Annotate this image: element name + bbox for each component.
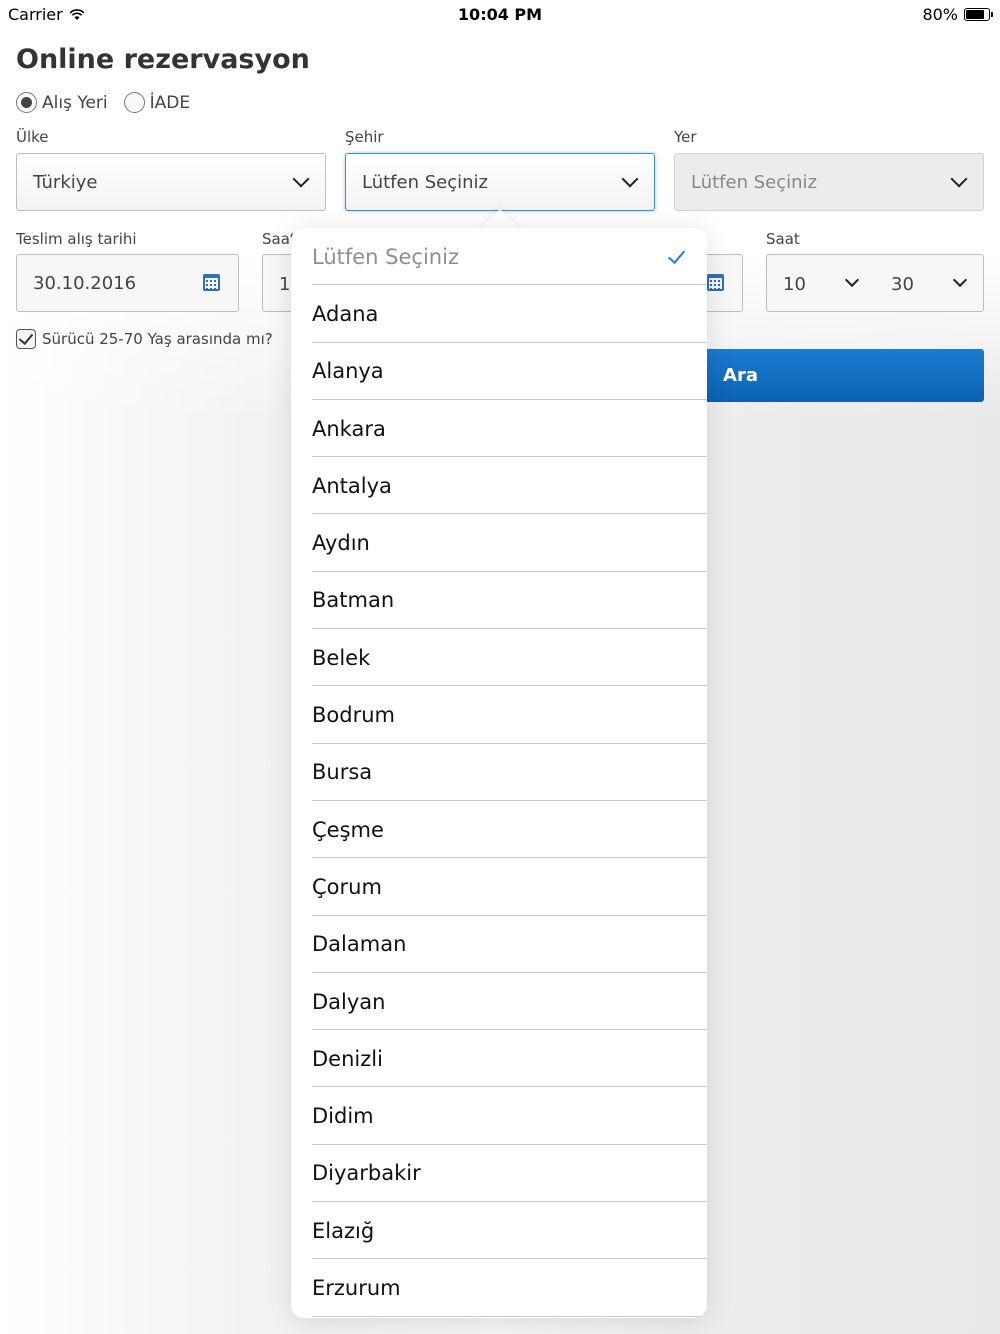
city-option-label: Didim xyxy=(312,1104,374,1129)
pickup-hour-value: 1 xyxy=(279,273,291,295)
city-option[interactable]: Erzurum xyxy=(291,1259,707,1317)
city-option[interactable]: Dalyan xyxy=(291,973,707,1031)
chevron-down-icon xyxy=(621,170,639,188)
chevron-down-icon xyxy=(950,170,968,188)
radio-return-circle[interactable] xyxy=(123,92,145,113)
pickup-date-field[interactable]: 30.10.2016 xyxy=(16,254,239,312)
checkmark-icon xyxy=(667,245,686,264)
city-option[interactable]: Ankara xyxy=(291,400,707,458)
city-value: Lütfen Seçiniz xyxy=(362,171,488,193)
city-option-label: Çeşme xyxy=(312,817,384,842)
city-option[interactable]: Batman xyxy=(291,572,707,630)
city-option-list: Lütfen Seçiniz Adana Alanya Ankara Antalya Ay… xyxy=(291,228,707,1317)
place-select[interactable]: Lütfen Seçiniz xyxy=(674,153,984,211)
calendar-icon[interactable] xyxy=(707,274,724,291)
city-option-label: Dalyan xyxy=(312,989,386,1014)
city-option[interactable]: Antalya xyxy=(291,457,707,515)
city-option[interactable]: Dalaman xyxy=(291,916,707,974)
battery-percent: 80% xyxy=(922,5,958,24)
return-hour-value[interactable]: 10 xyxy=(783,255,806,313)
place-label: Yer xyxy=(674,128,697,146)
city-option[interactable]: Çeşme xyxy=(291,801,707,859)
chevron-down-icon xyxy=(292,170,310,188)
radio-return-label: İADE xyxy=(149,92,191,113)
city-option-label: Bursa xyxy=(312,760,373,785)
battery-group: 80% xyxy=(922,5,993,24)
country-label: Ülke xyxy=(16,128,49,146)
status-bar: Carrier 10:04 PM 80% xyxy=(0,0,1000,28)
radio-return[interactable]: İADE xyxy=(123,92,191,113)
city-option-label: Antalya xyxy=(312,473,392,498)
chevron-down-icon xyxy=(952,272,968,288)
city-option[interactable]: Aydın xyxy=(291,514,707,573)
city-option-label: Erzurum xyxy=(312,1275,401,1300)
driver-age-label: Sürücü 25-70 Yaş arasında mı? xyxy=(42,330,273,348)
city-option-label: Çorum xyxy=(312,874,382,899)
city-option[interactable]: Çorum xyxy=(291,858,707,916)
city-option[interactable]: Didim xyxy=(291,1087,707,1146)
city-option-label: Ankara xyxy=(312,416,386,441)
city-label: Şehir xyxy=(345,128,384,146)
location-type-radios: Alış Yeri İADE xyxy=(16,92,206,113)
chevron-down-icon xyxy=(844,272,860,288)
city-option[interactable]: Diyarbakir xyxy=(291,1145,707,1203)
city-option-label: Belek xyxy=(312,645,371,670)
calendar-icon[interactable] xyxy=(203,274,220,291)
radio-pickup-label: Alış Yeri xyxy=(42,92,108,113)
place-value: Lütfen Seçiniz xyxy=(691,171,817,193)
city-option[interactable]: Elazığ xyxy=(291,1202,707,1260)
city-option-label: Dalaman xyxy=(312,932,407,957)
return-time-label: Saat xyxy=(766,230,800,248)
return-time-field[interactable]: 10 30 xyxy=(766,254,984,312)
checkbox-checked-icon[interactable] xyxy=(16,329,36,349)
city-option-label: Bodrum xyxy=(312,703,395,728)
return-minute-value[interactable]: 30 xyxy=(891,255,914,313)
city-option[interactable]: Bodrum xyxy=(291,686,707,744)
driver-age-check[interactable]: Sürücü 25-70 Yaş arasında mı? xyxy=(16,329,273,349)
clock: 10:04 PM xyxy=(457,5,543,24)
city-dropdown-popover: Lütfen Seçiniz Adana Alanya Ankara Antalya Ay… xyxy=(291,228,707,1318)
page-title: Online rezervasyon xyxy=(16,44,310,75)
city-option-placeholder[interactable]: Lütfen Seçiniz xyxy=(291,228,707,286)
city-option[interactable]: Bursa xyxy=(291,744,707,802)
battery-icon xyxy=(964,8,993,21)
city-option[interactable]: Adana xyxy=(291,285,707,343)
city-option-label: Diyarbakir xyxy=(312,1161,421,1186)
city-select[interactable]: Lütfen Seçiniz xyxy=(345,153,655,211)
city-option[interactable]: Alanya xyxy=(291,343,707,401)
radio-selected-dot xyxy=(21,97,32,108)
country-value: Türkiye xyxy=(33,171,98,193)
city-option-label: Alanya xyxy=(312,359,384,384)
city-option-label: Lütfen Seçiniz xyxy=(312,244,459,269)
city-option-label: Denizli xyxy=(312,1046,383,1071)
city-option-label: Batman xyxy=(312,588,395,613)
pickup-date-label: Teslim alış tarihi xyxy=(16,230,137,248)
radio-pickup[interactable]: Alış Yeri xyxy=(16,92,108,113)
city-option-label: Elazığ xyxy=(312,1218,375,1243)
country-select[interactable]: Türkiye xyxy=(16,153,326,211)
radio-pickup-circle[interactable] xyxy=(16,92,37,113)
city-option[interactable]: Denizli xyxy=(291,1030,707,1088)
pickup-date-value: 30.10.2016 xyxy=(33,272,137,294)
city-option-label: Aydın xyxy=(312,531,370,556)
city-option-label: Adana xyxy=(312,301,379,326)
city-option[interactable]: Belek xyxy=(291,629,707,687)
